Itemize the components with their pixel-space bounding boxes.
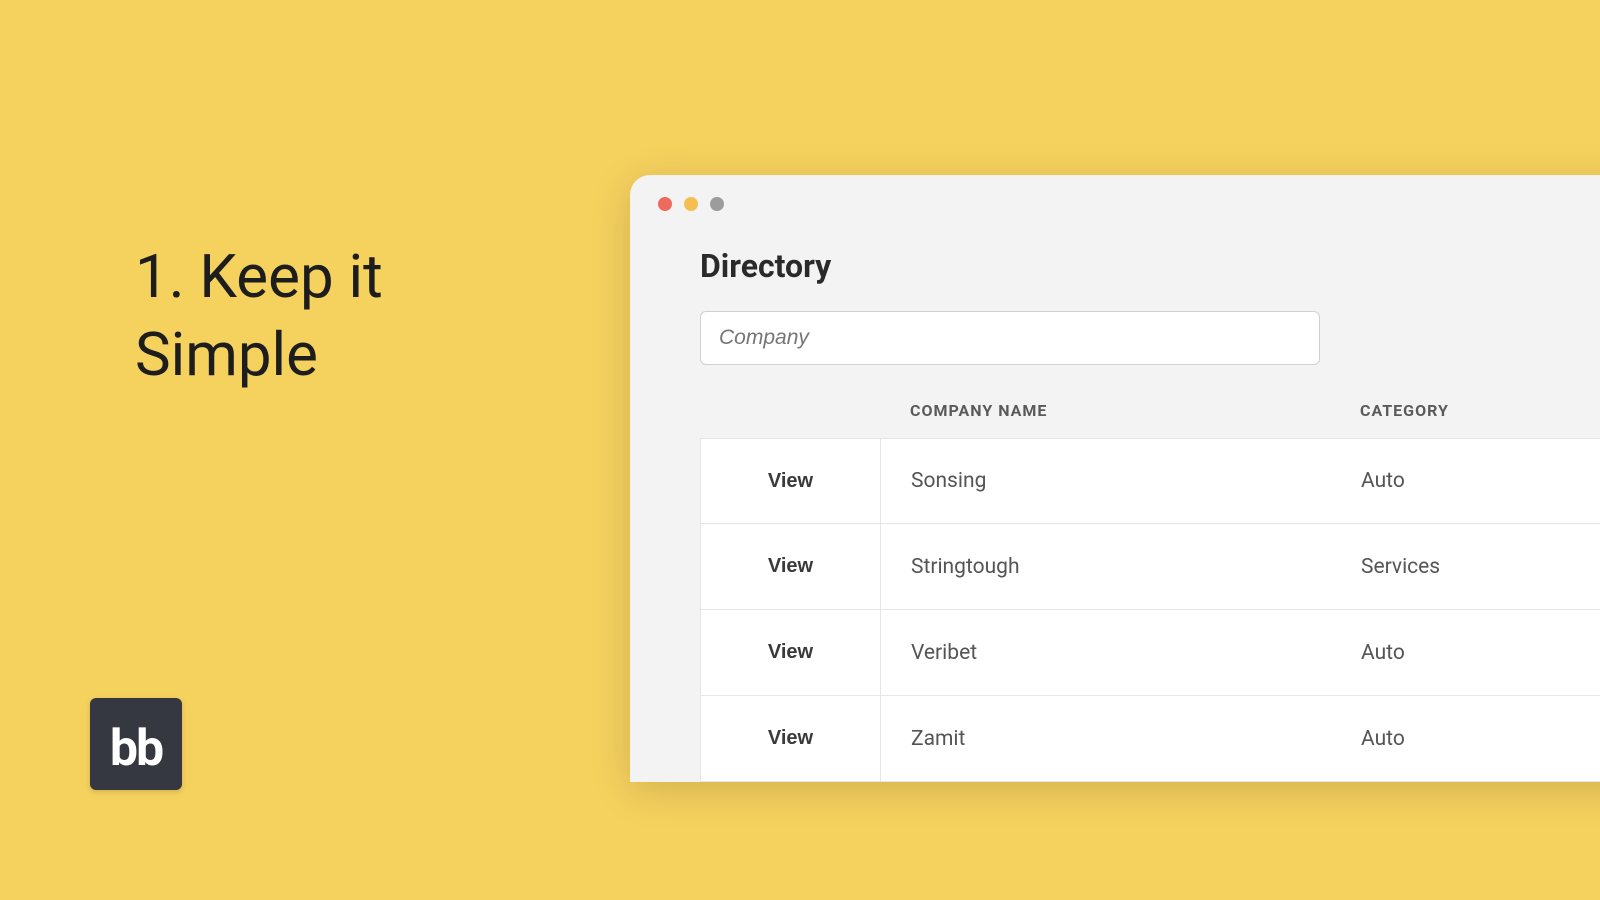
table-row: View Sonsing Auto — [700, 438, 1600, 524]
table-header-category: CATEGORY — [1360, 401, 1449, 420]
table-row: View Zamit Auto — [700, 696, 1600, 782]
table-cell-company: Zamit — [881, 727, 1361, 751]
directory-panel: Directory COMPANY NAME CATEGORY View Son… — [630, 227, 1600, 782]
table-cell-company: Veribet — [881, 641, 1361, 665]
page-title: Directory — [700, 247, 1600, 285]
table-cell-company: Sonsing — [881, 469, 1361, 493]
table-header-row: COMPANY NAME CATEGORY — [700, 401, 1600, 438]
view-button[interactable]: View — [768, 555, 813, 578]
table-row: View Stringtough Services — [700, 524, 1600, 610]
table-cell-category: Auto — [1361, 469, 1405, 493]
table-cell-category: Auto — [1361, 727, 1405, 751]
window-minimize-icon[interactable] — [684, 197, 698, 211]
table-cell-action: View — [701, 524, 881, 609]
table-row: View Veribet Auto — [700, 610, 1600, 696]
view-button[interactable]: View — [768, 641, 813, 664]
app-window: Directory COMPANY NAME CATEGORY View Son… — [630, 175, 1600, 782]
brand-logo: bb — [90, 698, 182, 790]
table-cell-category: Auto — [1361, 641, 1405, 665]
table-cell-action: View — [701, 439, 881, 523]
table-header-action — [700, 401, 880, 420]
table-cell-company: Stringtough — [881, 555, 1361, 579]
table-body: View Sonsing Auto View Stringtough Servi… — [700, 438, 1600, 782]
view-button[interactable]: View — [768, 470, 813, 493]
table-cell-action: View — [701, 696, 881, 781]
table-cell-category: Services — [1361, 555, 1440, 579]
window-controls — [630, 175, 1600, 227]
table-header-company: COMPANY NAME — [880, 401, 1360, 420]
brand-logo-text: bb — [110, 724, 162, 774]
window-maximize-icon[interactable] — [710, 197, 724, 211]
window-close-icon[interactable] — [658, 197, 672, 211]
company-search-input[interactable] — [700, 311, 1320, 365]
slide-title: 1. Keep it Simple — [135, 238, 515, 394]
view-button[interactable]: View — [768, 727, 813, 750]
table-cell-action: View — [701, 610, 881, 695]
directory-table: COMPANY NAME CATEGORY View Sonsing Auto … — [700, 401, 1600, 782]
